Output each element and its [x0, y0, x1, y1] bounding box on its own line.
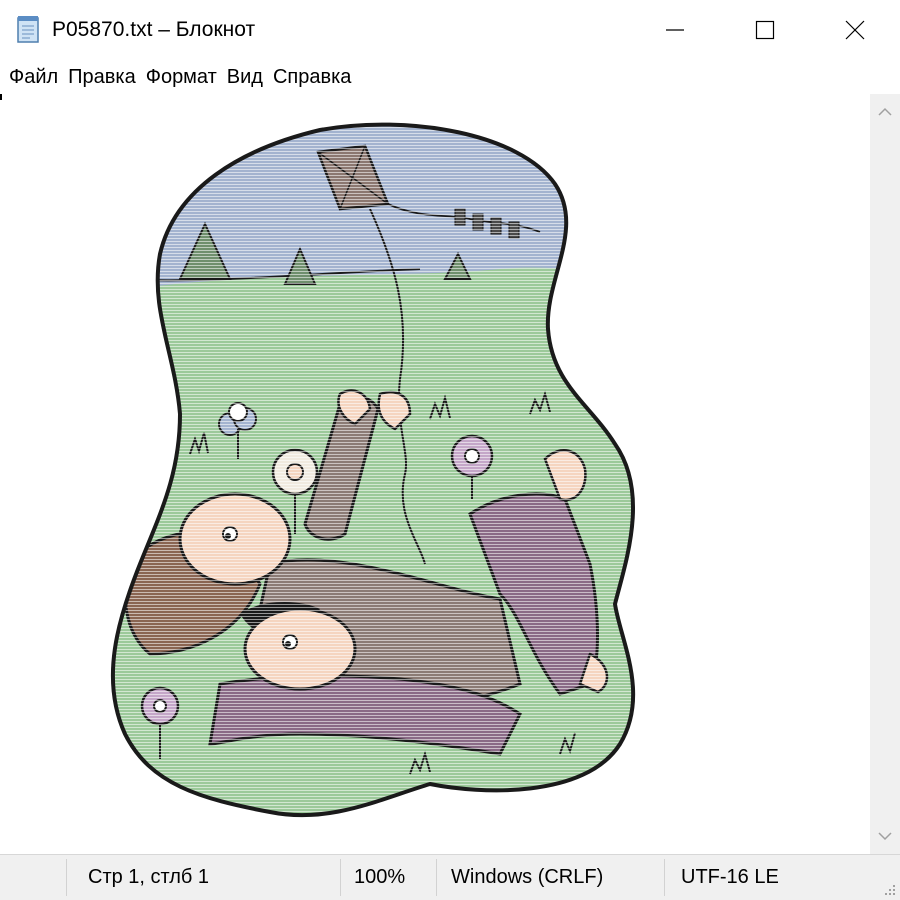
maximize-icon — [755, 20, 775, 40]
text-editor[interactable] — [0, 94, 870, 854]
maximize-button[interactable] — [720, 0, 810, 60]
close-icon — [845, 20, 865, 40]
menu-edit[interactable]: Правка — [63, 60, 141, 94]
minimize-icon — [666, 29, 684, 31]
resize-grip-icon[interactable] — [882, 882, 896, 896]
scene — [112, 124, 634, 816]
encoding: UTF-16 LE — [681, 866, 779, 888]
status-bar: Стр 1, стлб 1 100% Windows (CRLF) UTF-16… — [0, 854, 900, 900]
cursor-position: Стр 1, стлб 1 — [88, 866, 210, 888]
window-title: P05870.txt – Блокнот — [52, 18, 256, 41]
notepad-icon — [16, 14, 42, 44]
menu-format[interactable]: Формат — [141, 60, 222, 94]
zoom-level: 100% — [354, 866, 406, 888]
ascii-art-illustration — [110, 122, 636, 818]
line-endings: Windows (CRLF) — [451, 866, 604, 888]
status-separator — [340, 859, 341, 896]
title-bar[interactable]: P05870.txt – Блокнот — [0, 0, 900, 60]
menu-help[interactable]: Справка — [268, 60, 356, 94]
chevron-up-icon — [878, 107, 892, 116]
minimize-button[interactable] — [630, 0, 720, 60]
status-separator — [664, 859, 665, 896]
status-separator — [436, 859, 437, 896]
chevron-down-icon — [878, 832, 892, 841]
menu-view[interactable]: Вид — [222, 60, 268, 94]
status-separator — [66, 859, 67, 896]
menu-bar: Файл Правка Формат Вид Справка — [0, 60, 900, 94]
text-caret — [0, 94, 2, 100]
scroll-down-button[interactable] — [870, 818, 900, 854]
vertical-scrollbar[interactable] — [870, 94, 900, 854]
close-button[interactable] — [810, 0, 900, 60]
scroll-up-button[interactable] — [870, 94, 900, 130]
menu-file[interactable]: Файл — [4, 60, 63, 94]
